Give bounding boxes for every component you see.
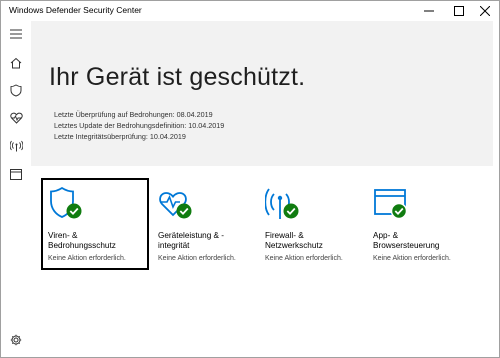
maximize-icon xyxy=(454,6,464,16)
sidebar-item-firewall[interactable] xyxy=(1,135,31,157)
tile-virus-threat-protection[interactable]: Viren- & Bedrohungsschutz Keine Aktion e… xyxy=(41,178,149,270)
shield-icon xyxy=(10,83,22,97)
sidebar-item-settings[interactable] xyxy=(1,329,31,351)
sidebar-item-virus-protection[interactable] xyxy=(1,79,31,101)
title-bar[interactable]: Windows Defender Security Center xyxy=(1,1,499,21)
last-integrity-check-text: Letzte Integritätsüberprüfung: 10.04.201… xyxy=(54,132,186,141)
tile-status: Keine Aktion erforderlich. xyxy=(373,255,451,262)
wireless-antenna-icon xyxy=(9,140,23,152)
sidebar xyxy=(1,21,31,357)
window-title: Windows Defender Security Center xyxy=(9,5,142,15)
tile-status: Keine Aktion erforderlich. xyxy=(265,255,343,262)
gear-icon xyxy=(10,334,22,346)
close-button[interactable] xyxy=(471,1,499,21)
tile-label: App- & Browsersteuerung xyxy=(373,231,440,250)
tile-label: Firewall- & Netzwerkschutz xyxy=(265,231,323,250)
home-icon xyxy=(10,57,22,69)
app-window: Windows Defender Security Center Ihr Ger… xyxy=(0,0,500,358)
antenna-check-icon xyxy=(265,186,305,222)
status-banner: Ihr Gerät ist geschützt. Letzte Überprüf… xyxy=(31,21,499,166)
browser-window-icon xyxy=(10,168,22,180)
last-scan-text: Letzte Überprüfung auf Bedrohungen: 08.0… xyxy=(54,110,213,119)
sidebar-item-app-browser[interactable] xyxy=(1,163,31,185)
shield-check-icon xyxy=(48,186,88,222)
last-definition-update-text: Letztes Update der Bedrohungsdefinition:… xyxy=(54,121,225,130)
hamburger-menu-icon xyxy=(10,29,22,39)
heart-monitor-icon xyxy=(9,112,23,124)
tile-label: Geräteleistung & - integrität xyxy=(158,231,224,250)
maximize-button[interactable] xyxy=(445,1,473,21)
hamburger-menu-button[interactable] xyxy=(1,23,31,45)
tile-status: Keine Aktion erforderlich. xyxy=(48,255,126,262)
page-title: Ihr Gerät ist geschützt. xyxy=(49,63,306,91)
tile-status: Keine Aktion erforderlich. xyxy=(158,255,236,262)
minimize-icon xyxy=(424,10,434,12)
tile-app-browser-control[interactable]: App- & Browsersteuerung Keine Aktion erf… xyxy=(366,178,474,270)
close-icon xyxy=(480,6,490,16)
tile-firewall-network-protection[interactable]: Firewall- & Netzwerkschutz Keine Aktion … xyxy=(258,178,366,270)
scrollbar[interactable] xyxy=(493,21,499,357)
tile-device-performance-health[interactable]: Geräteleistung & - integrität Keine Akti… xyxy=(151,178,259,270)
sidebar-item-home[interactable] xyxy=(1,52,31,74)
minimize-button[interactable] xyxy=(415,1,443,21)
sidebar-item-device-health[interactable] xyxy=(1,107,31,129)
tile-label: Viren- & Bedrohungsschutz xyxy=(48,231,116,250)
heart-check-icon xyxy=(158,186,198,222)
browser-check-icon xyxy=(373,186,413,222)
